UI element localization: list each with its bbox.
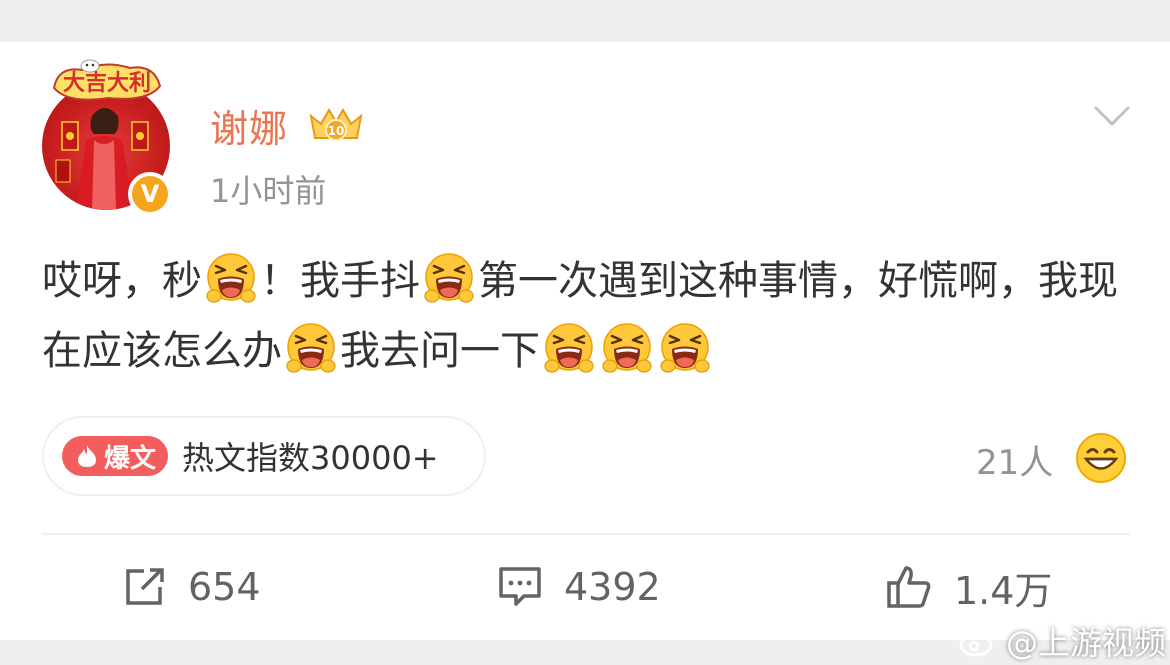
grin-emoji-icon — [1076, 433, 1126, 483]
hot-badge: 爆文 — [62, 436, 168, 476]
verified-badge: V — [128, 172, 172, 216]
comment-button[interactable]: 4392 — [498, 560, 661, 614]
watermark: @上游视频 — [958, 618, 1166, 664]
crying-emoji-icon — [602, 323, 652, 373]
flame-icon — [78, 445, 96, 467]
post-text-segment: 我去问一下 — [340, 328, 540, 374]
crying-emoji-icon — [544, 323, 594, 373]
svg-text:10: 10 — [328, 124, 345, 138]
crying-emoji-icon — [206, 253, 256, 303]
post-time: 1小时前 — [210, 172, 327, 210]
like-count: 1.4万 — [954, 568, 1053, 613]
watermark-text: @上游视频 — [1006, 624, 1167, 662]
crying-emoji-icon — [424, 253, 474, 303]
crying-emoji-icon — [660, 323, 710, 373]
reactor-count[interactable]: 21人 — [976, 435, 1053, 484]
repost-count: 654 — [188, 565, 261, 609]
post-text-segment: ！我手抖 — [260, 258, 420, 304]
username[interactable]: 谢娜 — [210, 98, 288, 153]
repost-button[interactable]: 654 — [124, 560, 261, 614]
vip-crown-icon: 10 — [309, 108, 363, 141]
thumbs-up-icon — [887, 566, 931, 608]
chevron-down-icon[interactable] — [1092, 103, 1132, 129]
comment-count: 4392 — [564, 565, 661, 609]
hot-index-text: 热文指数30000+ — [182, 439, 439, 477]
weibo-logo-icon — [959, 628, 1000, 657]
hot-index-pill[interactable]: 爆文 热文指数30000+ — [42, 416, 486, 496]
verified-v-icon: V — [132, 176, 168, 212]
post-content: 哎呀，秒 ！我手抖 第一次遇到这种事情，好慌啊，我现在应该怎么办 我去问一下 — [42, 246, 1132, 386]
post-text-segment: 哎呀，秒 — [42, 258, 202, 304]
hot-badge-label: 爆文 — [104, 443, 157, 474]
avatar-caption: 大吉大利 — [63, 70, 151, 96]
like-button[interactable]: 1.4万 — [886, 560, 1052, 614]
repost-icon — [126, 568, 164, 605]
divider — [42, 533, 1130, 535]
crying-emoji-icon — [286, 323, 336, 373]
comment-icon — [499, 567, 541, 606]
avatar-frame-banner: 大吉大利 — [52, 59, 162, 101]
